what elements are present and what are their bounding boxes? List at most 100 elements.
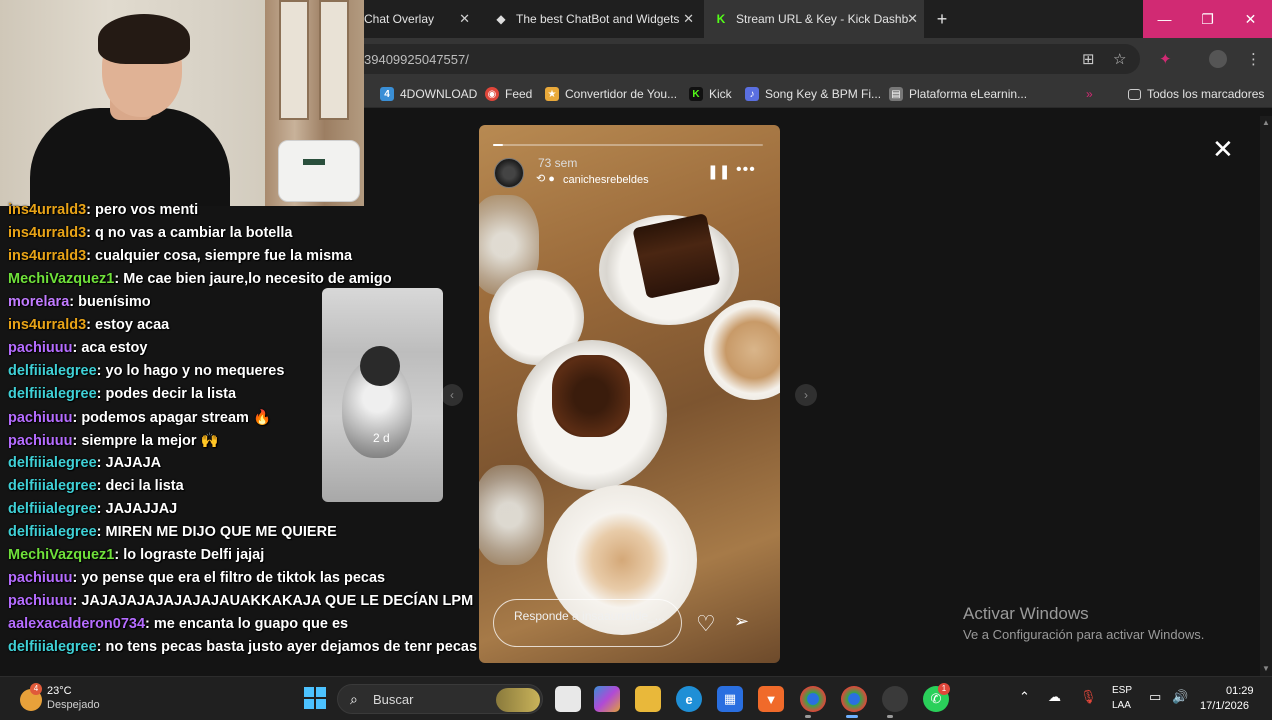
close-window-icon[interactable]: ✕: [1229, 0, 1272, 38]
microsoft365-icon[interactable]: [594, 686, 620, 712]
close-tab-icon[interactable]: ✕: [683, 11, 694, 27]
microsoft-store-icon[interactable]: ▦: [717, 686, 743, 712]
microphone-icon[interactable]: 🎙: [1080, 689, 1097, 705]
page-scrollbar[interactable]: ▲ ▼: [1260, 116, 1272, 676]
url-text[interactable]: 39409925047557/: [364, 52, 469, 67]
new-tab-button[interactable]: +: [932, 9, 952, 30]
tab-kick-dashboard[interactable]: K Stream URL & Key - Kick Dashb ✕: [704, 0, 924, 38]
folder-icon: [1128, 88, 1141, 100]
chrome-active-icon[interactable]: [841, 686, 867, 712]
search-highlight-image: [496, 688, 540, 712]
next-story-arrow-icon[interactable]: ›: [795, 384, 817, 406]
close-tab-icon[interactable]: ✕: [459, 11, 470, 27]
profile-avatar[interactable]: [1209, 50, 1227, 68]
clock-time[interactable]: 01:29: [1226, 685, 1254, 697]
brave-icon[interactable]: ▼: [758, 686, 784, 712]
weather-description[interactable]: Despejado: [47, 699, 100, 711]
chat-separator: :: [72, 340, 82, 356]
tab-label: Stream URL & Key - Kick Dashb: [736, 12, 909, 26]
story-progress-fill: [493, 144, 503, 146]
more-options-icon[interactable]: •••: [736, 161, 756, 179]
pause-icon[interactable]: ❚❚: [707, 163, 730, 180]
bookmark-4download[interactable]: 4 4DOWNLOAD: [380, 80, 477, 108]
clock-date[interactable]: 17/1/2026: [1200, 700, 1249, 712]
bookmark-kick[interactable]: K Kick: [689, 80, 732, 108]
tab-label: The best ChatBot and Widgets: [516, 12, 680, 26]
network-icon[interactable]: ▭: [1149, 689, 1161, 705]
chat-text: deci la lista: [105, 478, 184, 494]
edge-icon[interactable]: e: [676, 686, 702, 712]
story-author-avatar[interactable]: [494, 158, 524, 188]
running-indicator: [887, 715, 893, 718]
close-story-icon[interactable]: ✕: [1212, 136, 1234, 162]
chat-username: delfiiialegree: [8, 524, 97, 540]
chat-username: ins4urrald3: [8, 202, 87, 218]
chat-username: ins4urrald3: [8, 317, 87, 333]
kick-icon: K: [689, 87, 703, 101]
chat-separator: :: [96, 639, 106, 655]
extensions-icon[interactable]: ✦: [1159, 50, 1172, 68]
language-code[interactable]: ESP: [1112, 685, 1132, 696]
more-bookmarks-chevron-icon[interactable]: »: [1086, 80, 1093, 108]
chat-text: siempre la mejor 🙌: [81, 433, 219, 449]
close-tab-icon[interactable]: ✕: [907, 11, 918, 27]
scroll-down-icon[interactable]: ▼: [1262, 664, 1270, 673]
volume-icon[interactable]: 🔊: [1172, 689, 1188, 705]
obs-icon[interactable]: [882, 686, 908, 712]
activate-windows-subtitle: Ve a Configuración para activar Windows.: [963, 627, 1205, 642]
tab-chat-overlay[interactable]: Chat Overlay ✕: [354, 0, 476, 38]
file-explorer-icon[interactable]: [635, 686, 661, 712]
chat-text: Me cae bien jaure,lo necesito de amigo: [123, 271, 392, 287]
chat-separator: :: [145, 616, 154, 632]
chrome-icon[interactable]: [800, 686, 826, 712]
bookmark-convertidor[interactable]: ★ Convertidor de You...: [545, 80, 677, 108]
chat-message: ins4urrald3: estoy acaa: [8, 317, 169, 333]
chat-separator: :: [86, 248, 96, 264]
bookmark-star-icon[interactable]: ☆: [1113, 50, 1126, 68]
chat-message: ins4urrald3: pero vos menti: [8, 202, 198, 218]
bookmark-feed[interactable]: ◉ Feed: [485, 80, 532, 108]
install-app-icon[interactable]: ⊞: [1082, 50, 1095, 68]
bookmark-label: Todos los marcadores: [1147, 87, 1265, 101]
chat-separator: :: [72, 593, 82, 609]
chat-separator: :: [96, 501, 106, 517]
send-icon[interactable]: ➢: [734, 611, 749, 632]
converter-icon: ★: [545, 87, 559, 101]
chat-username: MechiVazquez1: [8, 271, 115, 287]
heart-icon[interactable]: ♡: [696, 611, 716, 637]
menu-kebab-icon[interactable]: ⋮: [1246, 50, 1261, 68]
chat-text: MIREN ME DIJO QUE ME QUIERE: [105, 524, 337, 540]
taskbar-search[interactable]: ⌕ Buscar: [337, 684, 543, 714]
keyboard-layout[interactable]: LAA: [1112, 700, 1131, 711]
bookmark-songkey[interactable]: ♪ Song Key & BPM Fi...: [745, 80, 881, 108]
story-username[interactable]: canichesrebeldes: [563, 174, 649, 186]
tab-chatbot-widgets[interactable]: ◆ The best ChatBot and Widgets ✕: [484, 0, 700, 38]
bookmark-elearning[interactable]: ▤ Plataforma eLearnin...: [889, 80, 1027, 108]
restore-icon[interactable]: ❐: [1186, 0, 1229, 38]
bookmark-label: Song Key & BPM Fi...: [765, 87, 882, 101]
windows-start-icon[interactable]: [304, 687, 326, 709]
chat-text: me encanta lo guapo que es: [153, 616, 349, 632]
onedrive-icon[interactable]: ☁: [1048, 689, 1061, 705]
chat-separator: :: [96, 478, 106, 494]
minimize-icon[interactable]: —: [1143, 0, 1186, 38]
chat-message: pachiuuu: yo pense que era el filtro de …: [8, 570, 385, 586]
chat-message: delfiiialegree: podes decir la lista: [8, 386, 236, 402]
chat-message: ins4urrald3: cualquier cosa, siempre fue…: [8, 248, 352, 264]
chat-username: delfiiialegree: [8, 363, 97, 379]
chat-message: aalexacalderon0734: me encanta lo guapo …: [8, 616, 348, 632]
chat-message: delfiiialegree: deci la lista: [8, 478, 184, 494]
scroll-up-icon[interactable]: ▲: [1262, 118, 1270, 127]
chat-username: delfiiialegree: [8, 455, 97, 471]
story-age: 73 sem: [538, 156, 578, 170]
chat-text: JAJAJJAJ: [105, 501, 178, 517]
temperature[interactable]: 23°C: [47, 685, 72, 697]
screen: Chat Overlay ✕ ◆ The best ChatBot and Wi…: [0, 0, 1272, 720]
story-progress-track: [493, 144, 763, 146]
all-bookmarks-folder[interactable]: Todos los marcadores: [1128, 80, 1264, 108]
chat-username: delfiiialegree: [8, 639, 97, 655]
diamond-icon: ◆: [496, 12, 506, 26]
task-view-icon[interactable]: [555, 686, 581, 712]
chat-separator: :: [72, 410, 82, 426]
tray-chevron-icon[interactable]: ⌃: [1019, 689, 1030, 705]
